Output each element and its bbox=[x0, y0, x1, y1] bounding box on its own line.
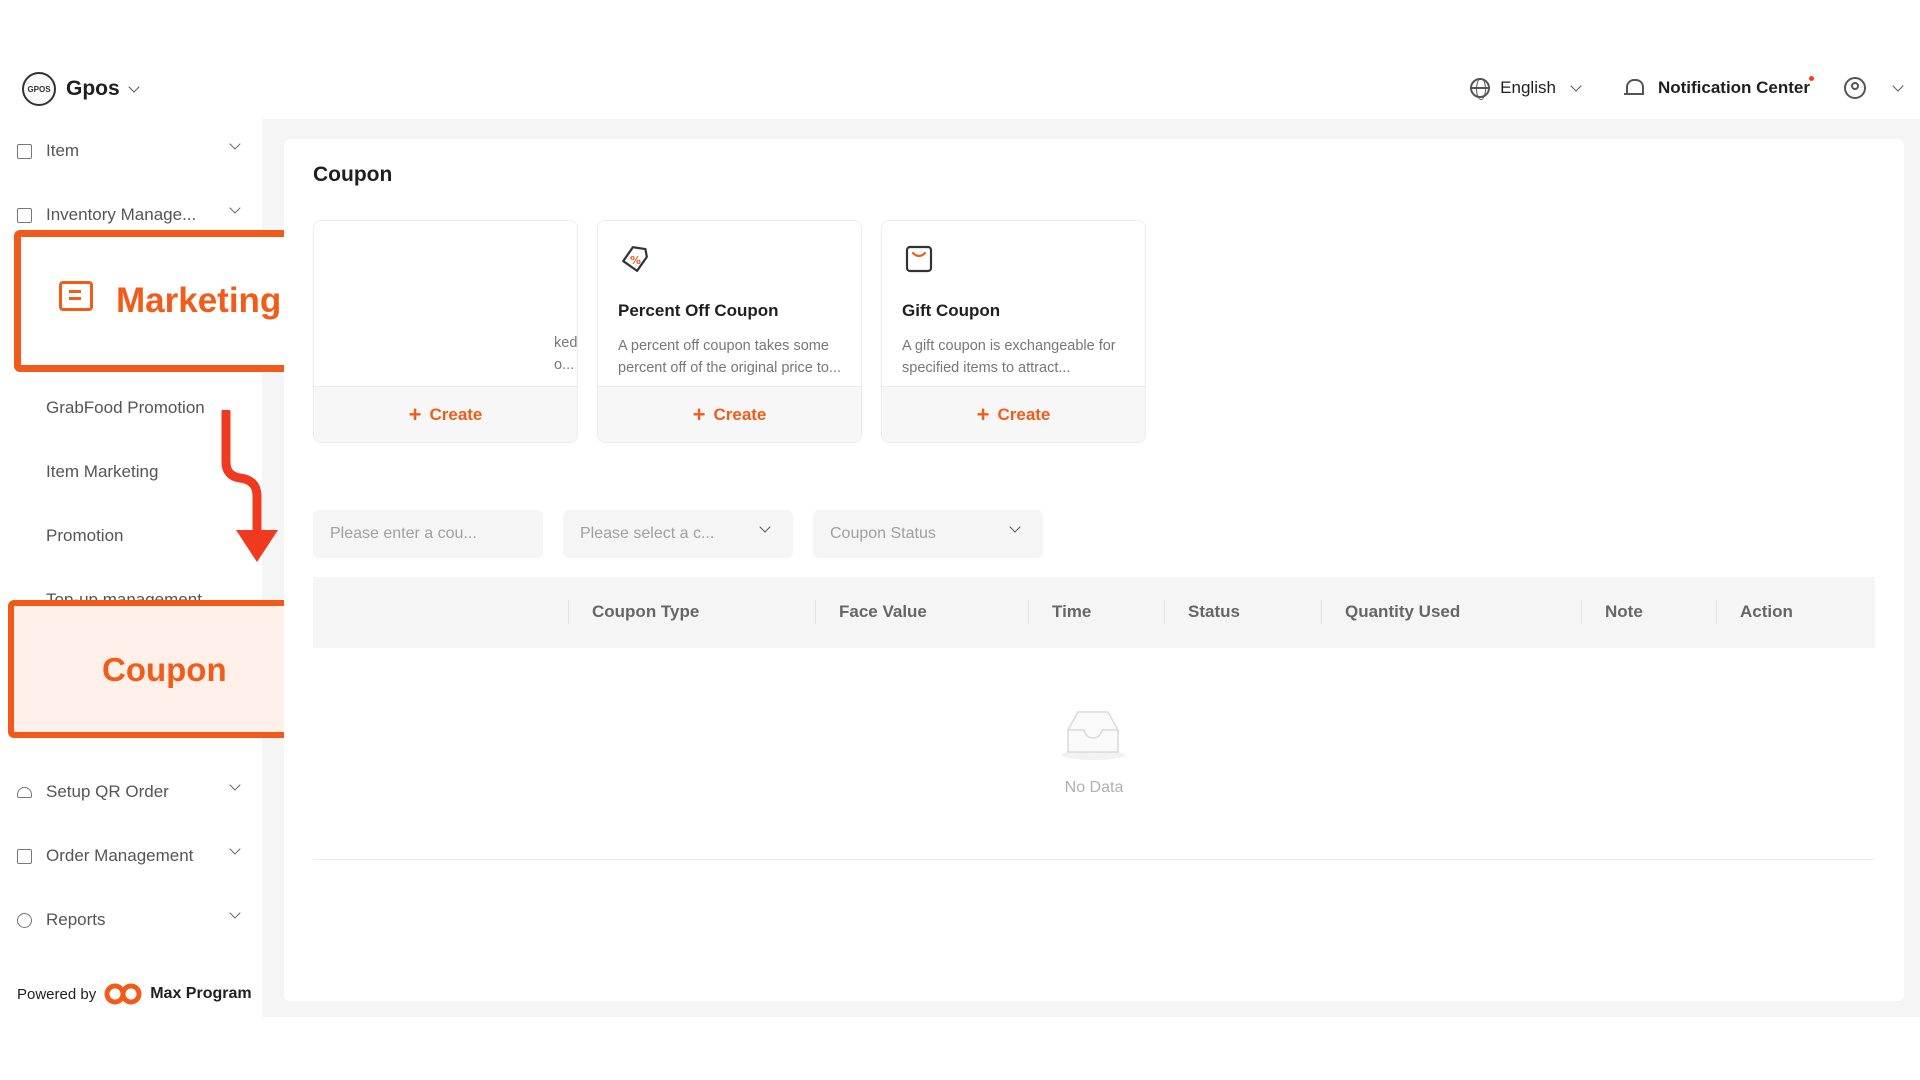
gift-bag-icon bbox=[905, 245, 933, 273]
language-label: English bbox=[1500, 78, 1556, 97]
card-description: A percent off coupon takes some percent … bbox=[618, 338, 842, 376]
sidebar-item-label: Inventory Manage... bbox=[46, 205, 197, 224]
clipboard-icon bbox=[17, 848, 32, 864]
fixed-amount-coupon-card: ked o... + Create bbox=[313, 220, 578, 443]
chevron-down-icon bbox=[1892, 79, 1904, 92]
column-separator bbox=[815, 600, 816, 624]
sidebar-subitem-promotion[interactable]: Promotion bbox=[46, 526, 123, 546]
sidebar-item-label: Marketing bbox=[116, 281, 282, 320]
coupon-status-select[interactable]: Coupon Status bbox=[813, 510, 1043, 558]
chevron-down-icon bbox=[1570, 79, 1582, 92]
table-bottom-divider bbox=[313, 859, 1875, 860]
chevron-down-icon bbox=[229, 779, 241, 791]
column-separator bbox=[1028, 600, 1029, 624]
percent-tag-icon: % bbox=[622, 246, 648, 272]
globe-icon bbox=[1470, 78, 1491, 100]
empty-inbox-icon bbox=[1061, 711, 1125, 760]
create-label: Create bbox=[429, 404, 483, 424]
sidebar-item-label: Reports bbox=[46, 910, 106, 929]
notification-label: Notification Center bbox=[1657, 78, 1810, 97]
annotation-arrow-icon bbox=[221, 410, 278, 562]
bell-icon bbox=[1623, 78, 1644, 98]
sidebar-item-item[interactable]: Item bbox=[0, 131, 262, 171]
column-header-quantity-used: Quantity Used bbox=[1345, 602, 1461, 621]
sidebar-item-setup-qr-order[interactable]: Setup QR Order bbox=[0, 772, 262, 812]
max-program-brand: Max Program bbox=[150, 985, 252, 1002]
sidebar-item-label: Item bbox=[46, 141, 80, 160]
chevron-down-icon bbox=[1009, 521, 1021, 533]
plus-icon: + bbox=[408, 401, 422, 427]
user-avatar-icon bbox=[1844, 77, 1866, 99]
create-percent-off-coupon-button[interactable]: + Create bbox=[598, 386, 861, 442]
card-description-fragment: ked bbox=[554, 335, 578, 351]
item-icon bbox=[17, 143, 32, 159]
chevron-down-icon bbox=[229, 907, 241, 919]
sidebar-item-order-management[interactable]: Order Management bbox=[0, 836, 262, 876]
column-header-status: Status bbox=[1188, 602, 1240, 621]
create-label: Create bbox=[713, 404, 767, 424]
column-header-coupon-type: Coupon Type bbox=[592, 602, 700, 621]
top-right-controls: English Notification Center bbox=[1470, 73, 1904, 103]
column-separator bbox=[1716, 600, 1717, 624]
column-separator bbox=[568, 600, 569, 624]
notification-dot bbox=[1809, 76, 1814, 81]
sidebar-item-label: Setup QR Order bbox=[46, 782, 169, 801]
top-bar: GPOS Gpos English Notification Center bbox=[0, 55, 1920, 119]
sidebar-item-label: Order Management bbox=[46, 846, 194, 865]
plus-icon: + bbox=[692, 401, 706, 427]
column-separator bbox=[1581, 600, 1582, 624]
warehouse-icon bbox=[17, 207, 32, 223]
main-panel: Coupon ked o... + Create % Percent Off C… bbox=[284, 139, 1904, 1001]
sidebar-subitem-label: Coupon bbox=[102, 651, 227, 688]
column-separator bbox=[1164, 600, 1165, 624]
coupon-table-header: Coupon Type Face Value Time Status Quant… bbox=[313, 577, 1875, 648]
sidebar-subitem-grabfood-promotion[interactable]: GrabFood Promotion bbox=[46, 398, 205, 418]
powered-by-label: Powered by bbox=[17, 985, 97, 1003]
coupon-status-placeholder: Coupon Status bbox=[830, 525, 936, 542]
column-header-note: Note bbox=[1605, 602, 1643, 621]
coupon-name-placeholder: Please enter a cou... bbox=[330, 525, 477, 542]
column-header-face-value: Face Value bbox=[839, 602, 927, 621]
notification-center[interactable]: Notification Center bbox=[1623, 76, 1814, 98]
page-title: Coupon bbox=[313, 163, 393, 186]
bell-service-icon bbox=[17, 787, 32, 798]
brand-logo: GPOS bbox=[22, 72, 56, 106]
sidebar-item-reports[interactable]: Reports bbox=[0, 900, 262, 940]
gift-coupon-card: Gift Coupon A gift coupon is exchangeabl… bbox=[881, 220, 1146, 443]
coupon-type-placeholder: Please select a c... bbox=[580, 525, 715, 542]
create-label: Create bbox=[997, 404, 1051, 424]
card-title: Percent Off Coupon bbox=[618, 301, 779, 320]
create-gift-coupon-button[interactable]: + Create bbox=[882, 386, 1145, 442]
chevron-down-icon bbox=[128, 80, 140, 93]
create-fixed-amount-coupon-button[interactable]: + Create bbox=[314, 386, 577, 442]
chevron-down-icon bbox=[229, 202, 241, 214]
plus-icon: + bbox=[976, 401, 990, 427]
column-header-action: Action bbox=[1740, 602, 1793, 621]
card-description: A gift coupon is exchangeable for specif… bbox=[902, 338, 1116, 376]
brand-switcher[interactable]: GPOS Gpos bbox=[22, 72, 140, 106]
sidebar-subitem-item-marketing[interactable]: Item Marketing bbox=[46, 462, 158, 482]
coupon-name-search-input[interactable]: Please enter a cou... bbox=[313, 510, 543, 558]
column-header-time: Time bbox=[1052, 602, 1092, 621]
chevron-down-icon bbox=[759, 521, 771, 533]
max-program-logo-icon bbox=[104, 983, 142, 1005]
svg-text:%: % bbox=[630, 254, 641, 267]
brand-name: Gpos bbox=[66, 77, 120, 100]
empty-state-text: No Data bbox=[1064, 779, 1124, 796]
chevron-down-icon bbox=[229, 138, 241, 150]
coupon-type-select[interactable]: Please select a c... bbox=[563, 510, 793, 558]
pie-chart-icon bbox=[17, 912, 32, 928]
card-description-fragment: o... bbox=[554, 357, 575, 373]
card-title: Gift Coupon bbox=[902, 301, 1001, 320]
column-separator bbox=[1321, 600, 1322, 624]
ticket-icon bbox=[59, 281, 93, 311]
percent-off-coupon-card: % Percent Off Coupon A percent off coupo… bbox=[597, 220, 862, 443]
chevron-down-icon bbox=[229, 843, 241, 855]
powered-by-footer: Powered by Max Program bbox=[17, 983, 252, 1005]
user-menu[interactable] bbox=[1844, 77, 1904, 99]
sidebar-item-inventory[interactable]: Inventory Manage... bbox=[0, 195, 262, 235]
language-selector[interactable]: English bbox=[1470, 78, 1582, 100]
